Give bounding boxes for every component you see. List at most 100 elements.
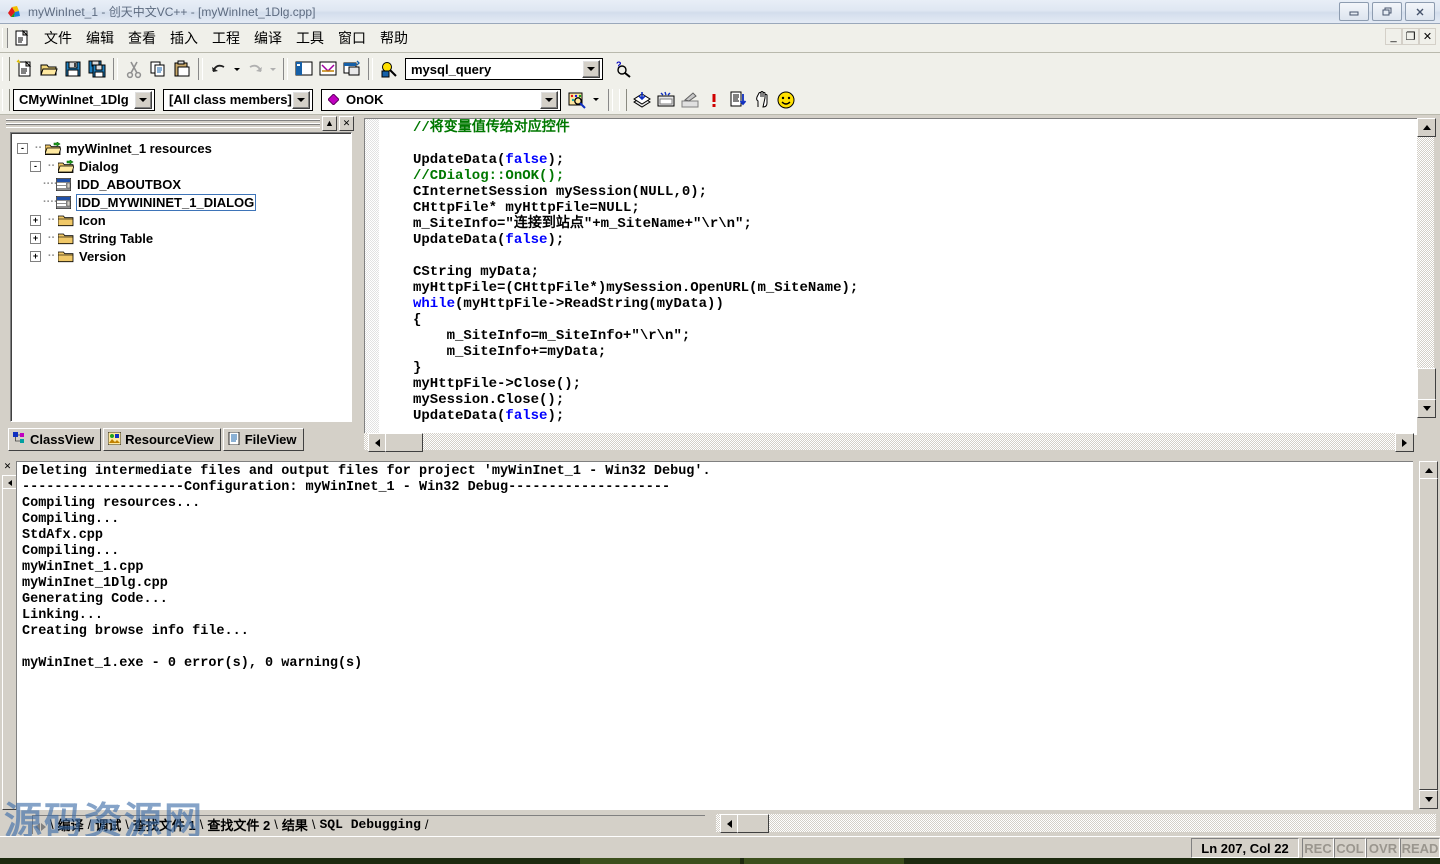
- code-token: );: [547, 408, 565, 424]
- search-combo-dropdown-icon[interactable]: [582, 60, 600, 78]
- mdi-restore-button[interactable]: ❐: [1402, 28, 1419, 45]
- save-all-icon[interactable]: [85, 57, 109, 81]
- output-scroll-down-button[interactable]: [1419, 790, 1438, 809]
- stop-build-icon[interactable]: [678, 88, 702, 112]
- exclamation-icon[interactable]: [702, 88, 726, 112]
- tab-fileview[interactable]: FileView: [222, 428, 304, 451]
- search-combo[interactable]: mysql_query: [405, 58, 603, 80]
- editor-hscrollbar[interactable]: [364, 433, 1414, 452]
- paste-icon[interactable]: [170, 57, 194, 81]
- open-folder-icon[interactable]: [37, 57, 61, 81]
- resource-tree[interactable]: - ·· myWinInet_1 resources - ·· Dialog ·…: [10, 132, 352, 422]
- menu-view[interactable]: 查看: [121, 26, 163, 50]
- tab-classview[interactable]: ClassView: [8, 428, 102, 451]
- wizardbar-grip[interactable]: [2, 88, 10, 111]
- taskbar-button[interactable]: [580, 858, 740, 864]
- editor-vscroll-thumb[interactable]: [1417, 368, 1436, 402]
- compile-icon[interactable]: [630, 88, 654, 112]
- wizardbar-dropdown-icon[interactable]: [589, 88, 602, 112]
- smiley-icon[interactable]: [774, 88, 798, 112]
- output-hscrollbar[interactable]: [716, 814, 1436, 833]
- mdi-close-button[interactable]: ✕: [1419, 28, 1436, 45]
- menu-build[interactable]: 编译: [247, 26, 289, 50]
- find-in-files-icon[interactable]: [377, 57, 401, 81]
- member-combo-dropdown-icon[interactable]: [540, 90, 558, 109]
- redo-dropdown-icon[interactable]: [267, 57, 279, 81]
- editor-scroll-right-button[interactable]: [1395, 433, 1414, 452]
- class-combo[interactable]: CMyWinInet_1Dlg: [13, 88, 155, 111]
- output-vscroll-thumb[interactable]: [1419, 478, 1438, 790]
- undo-icon[interactable]: [207, 57, 231, 81]
- editor-hscroll-thumb[interactable]: [385, 433, 423, 452]
- tab-resourceview[interactable]: ResourceView: [103, 428, 221, 451]
- tree-item-version[interactable]: + ·· Version: [17, 247, 351, 265]
- cut-icon[interactable]: [122, 57, 146, 81]
- restore-button[interactable]: [1372, 2, 1402, 21]
- workspace-drag-grip[interactable]: [6, 118, 320, 128]
- output-vscrollbar[interactable]: [1419, 461, 1438, 809]
- taskbar-button[interactable]: [744, 858, 904, 864]
- editor-scroll-down-button[interactable]: [1417, 399, 1436, 418]
- editor-scroll-up-button[interactable]: [1417, 118, 1436, 137]
- filter-combo-dropdown-icon[interactable]: [292, 90, 310, 109]
- build-toolbar-grip[interactable]: [619, 88, 627, 111]
- menu-project[interactable]: 工程: [205, 26, 247, 50]
- close-button[interactable]: [1405, 2, 1435, 21]
- expander-icon[interactable]: -: [17, 142, 28, 154]
- menu-window[interactable]: 窗口: [331, 26, 373, 50]
- tree-item-icon[interactable]: + ·· Icon: [17, 211, 351, 229]
- debug-go-icon[interactable]: [750, 88, 774, 112]
- output-tab-nav[interactable]: [33, 818, 48, 831]
- code-editor-surface[interactable]: //将变量值传给对应控件 UpdateData(false);//CDialog…: [364, 118, 1417, 435]
- menubar-grip[interactable]: [2, 28, 8, 48]
- tree-item-string-table[interactable]: + ·· String Table: [17, 229, 351, 247]
- output-tab-debug[interactable]: 调试: [91, 815, 125, 834]
- class-combo-dropdown-icon[interactable]: [134, 90, 152, 109]
- window-list-icon[interactable]: [340, 57, 364, 81]
- workspace-minimize-button[interactable]: ▲: [322, 115, 337, 131]
- expander-icon[interactable]: +: [30, 214, 41, 226]
- expander-icon[interactable]: +: [30, 250, 41, 262]
- tree-item-idd-aboutbox[interactable]: ···· IDD_ABOUTBOX: [17, 175, 351, 193]
- output-left-scroll-thumb[interactable]: [2, 488, 17, 810]
- workspace-close-button[interactable]: ✕: [339, 115, 354, 131]
- copy-icon[interactable]: [146, 57, 170, 81]
- build-icon[interactable]: [654, 88, 678, 112]
- editor-vscrollbar[interactable]: [1417, 118, 1436, 418]
- output-tab-results[interactable]: 结果: [278, 815, 312, 834]
- output-tab-sql-debugging[interactable]: SQL Debugging: [315, 817, 424, 832]
- tree-item-resources[interactable]: - ·· myWinInet_1 resources: [17, 139, 351, 157]
- workspace-icon[interactable]: [292, 57, 316, 81]
- output-left-scroll-strip[interactable]: [2, 475, 17, 810]
- standard-toolbar-grip[interactable]: [2, 57, 10, 81]
- build-output-text-area[interactable]: Deleting intermediate files and output f…: [16, 461, 1413, 810]
- expander-icon[interactable]: -: [30, 160, 41, 172]
- menu-insert[interactable]: 插入: [163, 26, 205, 50]
- code-token: (myHttpFile->ReadString(myData)): [455, 296, 724, 312]
- wizardbar-action-icon[interactable]: [565, 88, 589, 112]
- output-tab-build[interactable]: 编译: [54, 815, 88, 834]
- undo-dropdown-icon[interactable]: [231, 57, 243, 81]
- filter-combo[interactable]: [All class members]: [163, 88, 313, 111]
- output-tab-find-in-files-2[interactable]: 查找文件 2: [203, 815, 274, 834]
- minimize-button[interactable]: [1339, 2, 1369, 21]
- member-combo[interactable]: OnOK: [321, 88, 561, 111]
- menu-help[interactable]: 帮助: [373, 26, 415, 50]
- mdi-minimize-button[interactable]: _: [1385, 28, 1402, 45]
- expander-icon[interactable]: +: [30, 232, 41, 244]
- execute-program-icon[interactable]: [726, 88, 750, 112]
- output-hscroll-thumb[interactable]: [737, 814, 769, 833]
- new-file-icon[interactable]: [13, 57, 37, 81]
- redo-icon[interactable]: [243, 57, 267, 81]
- find-help-icon[interactable]: ?: [611, 57, 635, 81]
- menu-file[interactable]: 文件: [37, 26, 79, 50]
- output-window-icon[interactable]: [316, 57, 340, 81]
- tree-item-dialog[interactable]: - ·· Dialog: [17, 157, 351, 175]
- menu-edit[interactable]: 编辑: [79, 26, 121, 50]
- tree-item-idd-mywininet-1-dialog[interactable]: ···· IDD_MYWININET_1_DIALOG: [17, 193, 351, 211]
- output-close-button[interactable]: ✕: [2, 461, 13, 472]
- save-icon[interactable]: [61, 57, 85, 81]
- output-tab-find-in-files-1[interactable]: 查找文件 1: [129, 815, 200, 834]
- menu-tools[interactable]: 工具: [289, 26, 331, 50]
- editor-selection-margin[interactable]: [365, 119, 379, 435]
